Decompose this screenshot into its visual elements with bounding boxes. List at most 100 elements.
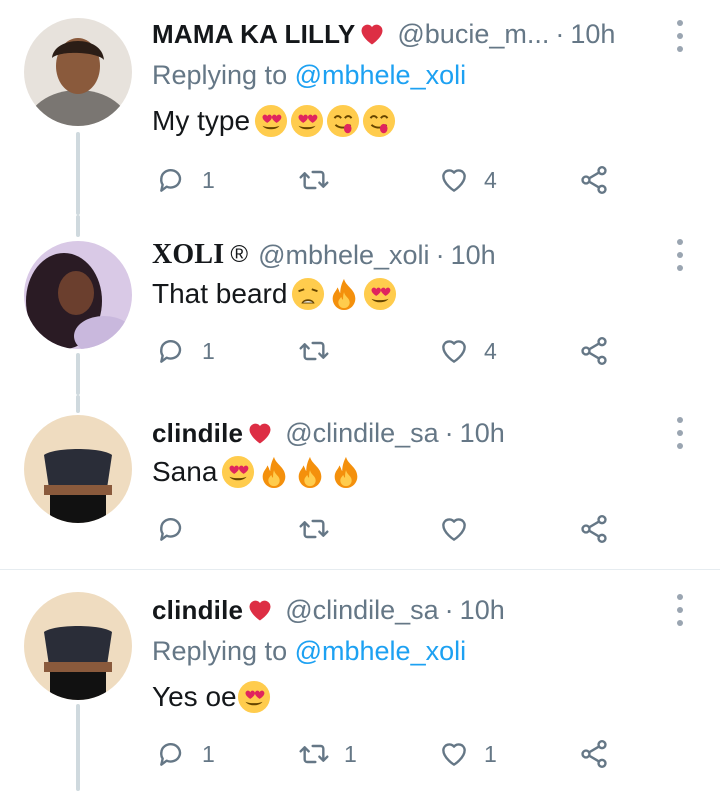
like-button[interactable] (438, 509, 484, 549)
reply-button[interactable] (156, 509, 202, 549)
reply-button[interactable]: 1 (156, 734, 215, 774)
tweet-header: XOLI ® @mbhele_xoli · 10h (152, 235, 660, 275)
mention-link[interactable]: @mbhele_xoli (295, 636, 467, 666)
tweet[interactable]: XOLI ® @mbhele_xoli · 10h That beard 1 4 (0, 215, 720, 395)
fire-emoji (257, 455, 291, 489)
display-name[interactable]: XOLI (152, 239, 224, 271)
tweet-header: clindile @clindile_sa · 10h (152, 590, 660, 630)
retweet-icon (298, 738, 330, 770)
tweet-text-content: My type (152, 105, 251, 136)
heart-icon (438, 513, 470, 545)
fire-emoji (327, 277, 361, 311)
share-button[interactable] (578, 160, 610, 200)
more-options-icon[interactable] (670, 417, 690, 449)
tweet-text: That beard (152, 277, 399, 311)
tweet-text-content: Sana (152, 456, 218, 487)
replying-to-line: Replying to @mbhele_xoli (152, 636, 466, 667)
retweet-icon (298, 164, 330, 196)
share-button[interactable] (578, 734, 610, 774)
more-options-icon[interactable] (670, 20, 690, 52)
like-count: 4 (484, 337, 497, 364)
reply-icon (156, 335, 188, 367)
tweet-text: Yes oe (152, 680, 273, 714)
reply-button[interactable]: 1 (156, 160, 215, 200)
tweet-header: MAMA KA LILLY @bucie_m... · 10h (152, 14, 660, 54)
user-handle[interactable]: @clindile_sa (285, 418, 438, 449)
tweet-actions: 1 4 (152, 160, 632, 200)
user-handle[interactable]: @clindile_sa (285, 595, 438, 626)
timestamp[interactable]: 10h (451, 240, 496, 271)
share-icon (578, 513, 610, 545)
user-handle[interactable]: @mbhele_xoli (258, 240, 430, 271)
display-name[interactable]: MAMA KA LILLY (152, 19, 355, 50)
share-icon (578, 164, 610, 196)
tweet-actions (152, 509, 632, 549)
reply-icon (156, 513, 188, 545)
avatar[interactable] (24, 18, 132, 126)
tweet-text: Sana (152, 455, 365, 489)
like-button[interactable]: 4 (438, 160, 497, 200)
red-heart-icon (357, 20, 387, 48)
tweet-text-content: Yes oe (152, 681, 237, 712)
reply-count: 1 (202, 337, 215, 364)
tweet[interactable]: clindile @clindile_sa · 10h Sana (0, 395, 720, 570)
replying-to-line: Replying to @mbhele_xoli (152, 60, 466, 91)
separator-dot: · (444, 417, 454, 448)
tweet-text: My type (152, 104, 398, 138)
retweet-button[interactable]: 1 (298, 734, 357, 774)
reply-button[interactable]: 1 (156, 331, 215, 371)
yum-emoji (362, 104, 396, 138)
red-heart-icon (245, 596, 275, 624)
tweet-text-content: That beard (152, 278, 288, 309)
separator-dot: · (435, 239, 445, 270)
heart-eyes-emoji (290, 104, 324, 138)
thread-line (76, 704, 80, 791)
fire-emoji (293, 455, 327, 489)
user-handle[interactable]: @bucie_m... (397, 19, 549, 50)
heart-eyes-emoji (363, 277, 397, 311)
weary-face-emoji (291, 277, 325, 311)
more-options-icon[interactable] (670, 594, 690, 626)
thread-line (76, 395, 80, 413)
like-button[interactable]: 4 (438, 331, 497, 371)
tweet-actions: 1 1 1 (152, 734, 632, 774)
mention-link[interactable]: @mbhele_xoli (295, 60, 467, 90)
avatar[interactable] (24, 592, 132, 700)
timestamp[interactable]: 10h (460, 418, 505, 449)
heart-eyes-emoji (254, 104, 288, 138)
reply-count: 1 (202, 166, 215, 193)
more-options-icon[interactable] (670, 239, 690, 271)
retweet-button[interactable] (298, 160, 344, 200)
thread-line (76, 353, 80, 395)
retweet-icon (298, 513, 330, 545)
avatar[interactable] (24, 415, 132, 523)
tweet[interactable]: clindile @clindile_sa · 10h Replying to … (0, 570, 720, 791)
replying-label: Replying to (152, 60, 288, 90)
red-heart-icon (245, 419, 275, 447)
like-count: 1 (484, 740, 497, 767)
tweet-actions: 1 4 (152, 331, 632, 371)
retweet-button[interactable] (298, 331, 344, 371)
share-icon (578, 335, 610, 367)
reply-icon (156, 164, 188, 196)
retweet-button[interactable] (298, 509, 344, 549)
fire-emoji (329, 455, 363, 489)
tweet[interactable]: MAMA KA LILLY @bucie_m... · 10h Replying… (0, 0, 720, 215)
heart-icon (438, 335, 470, 367)
timestamp[interactable]: 10h (570, 19, 615, 50)
timestamp[interactable]: 10h (460, 595, 505, 626)
avatar[interactable] (24, 241, 132, 349)
like-count: 4 (484, 166, 497, 193)
share-icon (578, 738, 610, 770)
display-name[interactable]: clindile (152, 595, 243, 626)
like-button[interactable]: 1 (438, 734, 497, 774)
heart-icon (438, 164, 470, 196)
tweet-header: clindile @clindile_sa · 10h (152, 413, 660, 453)
heart-eyes-emoji (221, 455, 255, 489)
share-button[interactable] (578, 509, 610, 549)
separator-dot: · (444, 594, 454, 625)
display-name[interactable]: clindile (152, 418, 243, 449)
heart-eyes-emoji (237, 680, 271, 714)
replying-label: Replying to (152, 636, 288, 666)
share-button[interactable] (578, 331, 610, 371)
